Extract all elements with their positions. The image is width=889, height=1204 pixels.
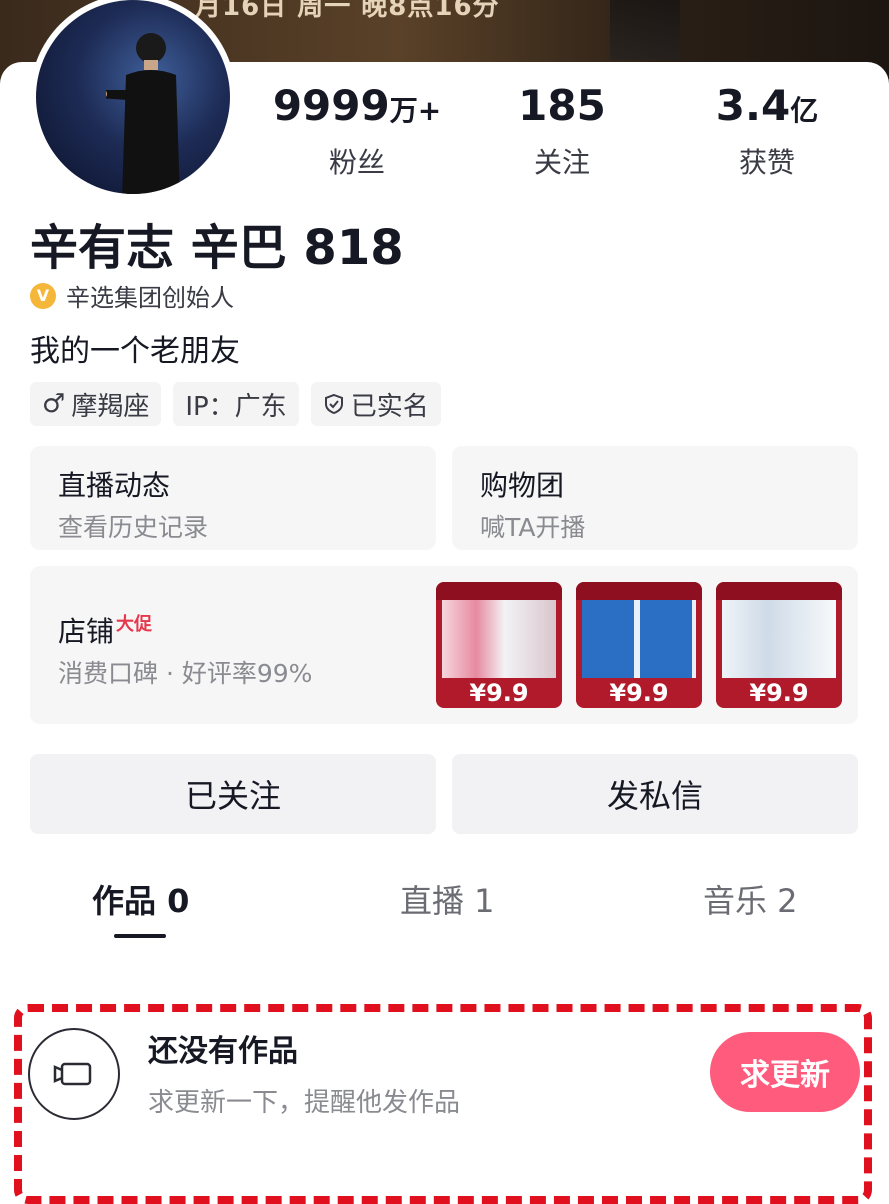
shield-check-icon — [324, 393, 343, 415]
stat-following[interactable]: 185 关注 — [467, 80, 657, 181]
banner-text: 月16日 周一 晚8点16分 — [195, 0, 500, 22]
request-update-button[interactable]: 求更新 — [710, 1032, 860, 1112]
product-card[interactable]: ¥9.9 — [436, 582, 562, 708]
likes-label: 获赞 — [738, 146, 795, 179]
shop-title-row: 店铺 大促 — [58, 610, 152, 650]
avatar[interactable] — [30, 0, 236, 200]
avatar-image — [36, 0, 230, 194]
profile-bio: 我的一个老朋友 — [30, 334, 240, 369]
tab-music[interactable]: 音乐 2 — [703, 876, 798, 922]
followers-count: 9999 — [272, 81, 390, 130]
product-header-strip — [576, 582, 702, 600]
followers-unit: 万+ — [389, 94, 442, 127]
product-image — [582, 600, 696, 678]
tab-works[interactable]: 作品 0 — [92, 876, 189, 922]
product-image — [722, 600, 836, 678]
product-price: ¥9.9 — [609, 679, 669, 707]
tag-verified-label: 已实名 — [350, 391, 429, 422]
video-camera-icon — [53, 1062, 92, 1086]
following-button[interactable]: 已关注 — [30, 754, 436, 834]
stat-likes[interactable]: 3.4亿 获赞 — [672, 80, 862, 181]
person-silhouette-icon — [106, 33, 180, 194]
live-history-title: 直播动态 — [58, 469, 171, 502]
likes-unit: 亿 — [790, 94, 819, 127]
profile-tags: ♂ 摩羯座 IP：广东 已实名 — [30, 382, 441, 426]
followers-label: 粉丝 — [328, 146, 385, 179]
product-price: ¥9.9 — [749, 679, 809, 707]
tag-ip: IP：广东 — [173, 382, 299, 426]
shop-title: 店铺 — [58, 615, 115, 648]
product-price: ¥9.9 — [469, 679, 529, 707]
banner-figure — [610, 0, 680, 60]
profile-name: 辛有志 辛巴 818 — [30, 220, 404, 276]
shop-sub: 消费口碑 · 好评率99% — [58, 659, 313, 688]
live-history-panel[interactable]: 直播动态 查看历史记录 — [30, 446, 436, 550]
likes-count: 3.4 — [715, 81, 791, 130]
male-icon: ♂ — [42, 389, 66, 419]
stat-followers[interactable]: 9999万+ 粉丝 — [262, 80, 452, 181]
empty-works-icon — [28, 1028, 120, 1120]
tag-zodiac-label: 摩羯座 — [71, 391, 150, 422]
tag-zodiac: ♂ 摩羯座 — [30, 382, 162, 426]
product-header-strip — [436, 582, 562, 600]
tag-verified: 已实名 — [310, 382, 441, 426]
live-history-sub: 查看历史记录 — [58, 513, 209, 542]
message-button[interactable]: 发私信 — [452, 754, 858, 834]
active-tab-indicator — [114, 934, 166, 938]
shopping-group-sub: 喊TA开播 — [480, 513, 586, 542]
product-card[interactable]: ¥9.9 — [576, 582, 702, 708]
verification-row: V 辛选集团创始人 — [30, 278, 234, 313]
verification-text: 辛选集团创始人 — [66, 284, 234, 312]
shop-promo-badge: 大促 — [116, 614, 153, 635]
empty-works-subtitle: 求更新一下，提醒他发作品 — [148, 1088, 461, 1118]
tag-ip-label: IP：广东 — [185, 391, 287, 422]
product-header-strip — [716, 582, 842, 600]
shopping-group-title: 购物团 — [480, 469, 565, 502]
following-label: 关注 — [533, 146, 590, 179]
product-card[interactable]: ¥9.9 — [716, 582, 842, 708]
product-image — [442, 600, 556, 678]
shopping-group-panel[interactable]: 购物团 喊TA开播 — [452, 446, 858, 550]
following-count: 185 — [518, 81, 606, 130]
v-badge-icon: V — [30, 282, 56, 309]
tab-live[interactable]: 直播 1 — [400, 876, 495, 922]
empty-works-title: 还没有作品 — [148, 1034, 298, 1069]
